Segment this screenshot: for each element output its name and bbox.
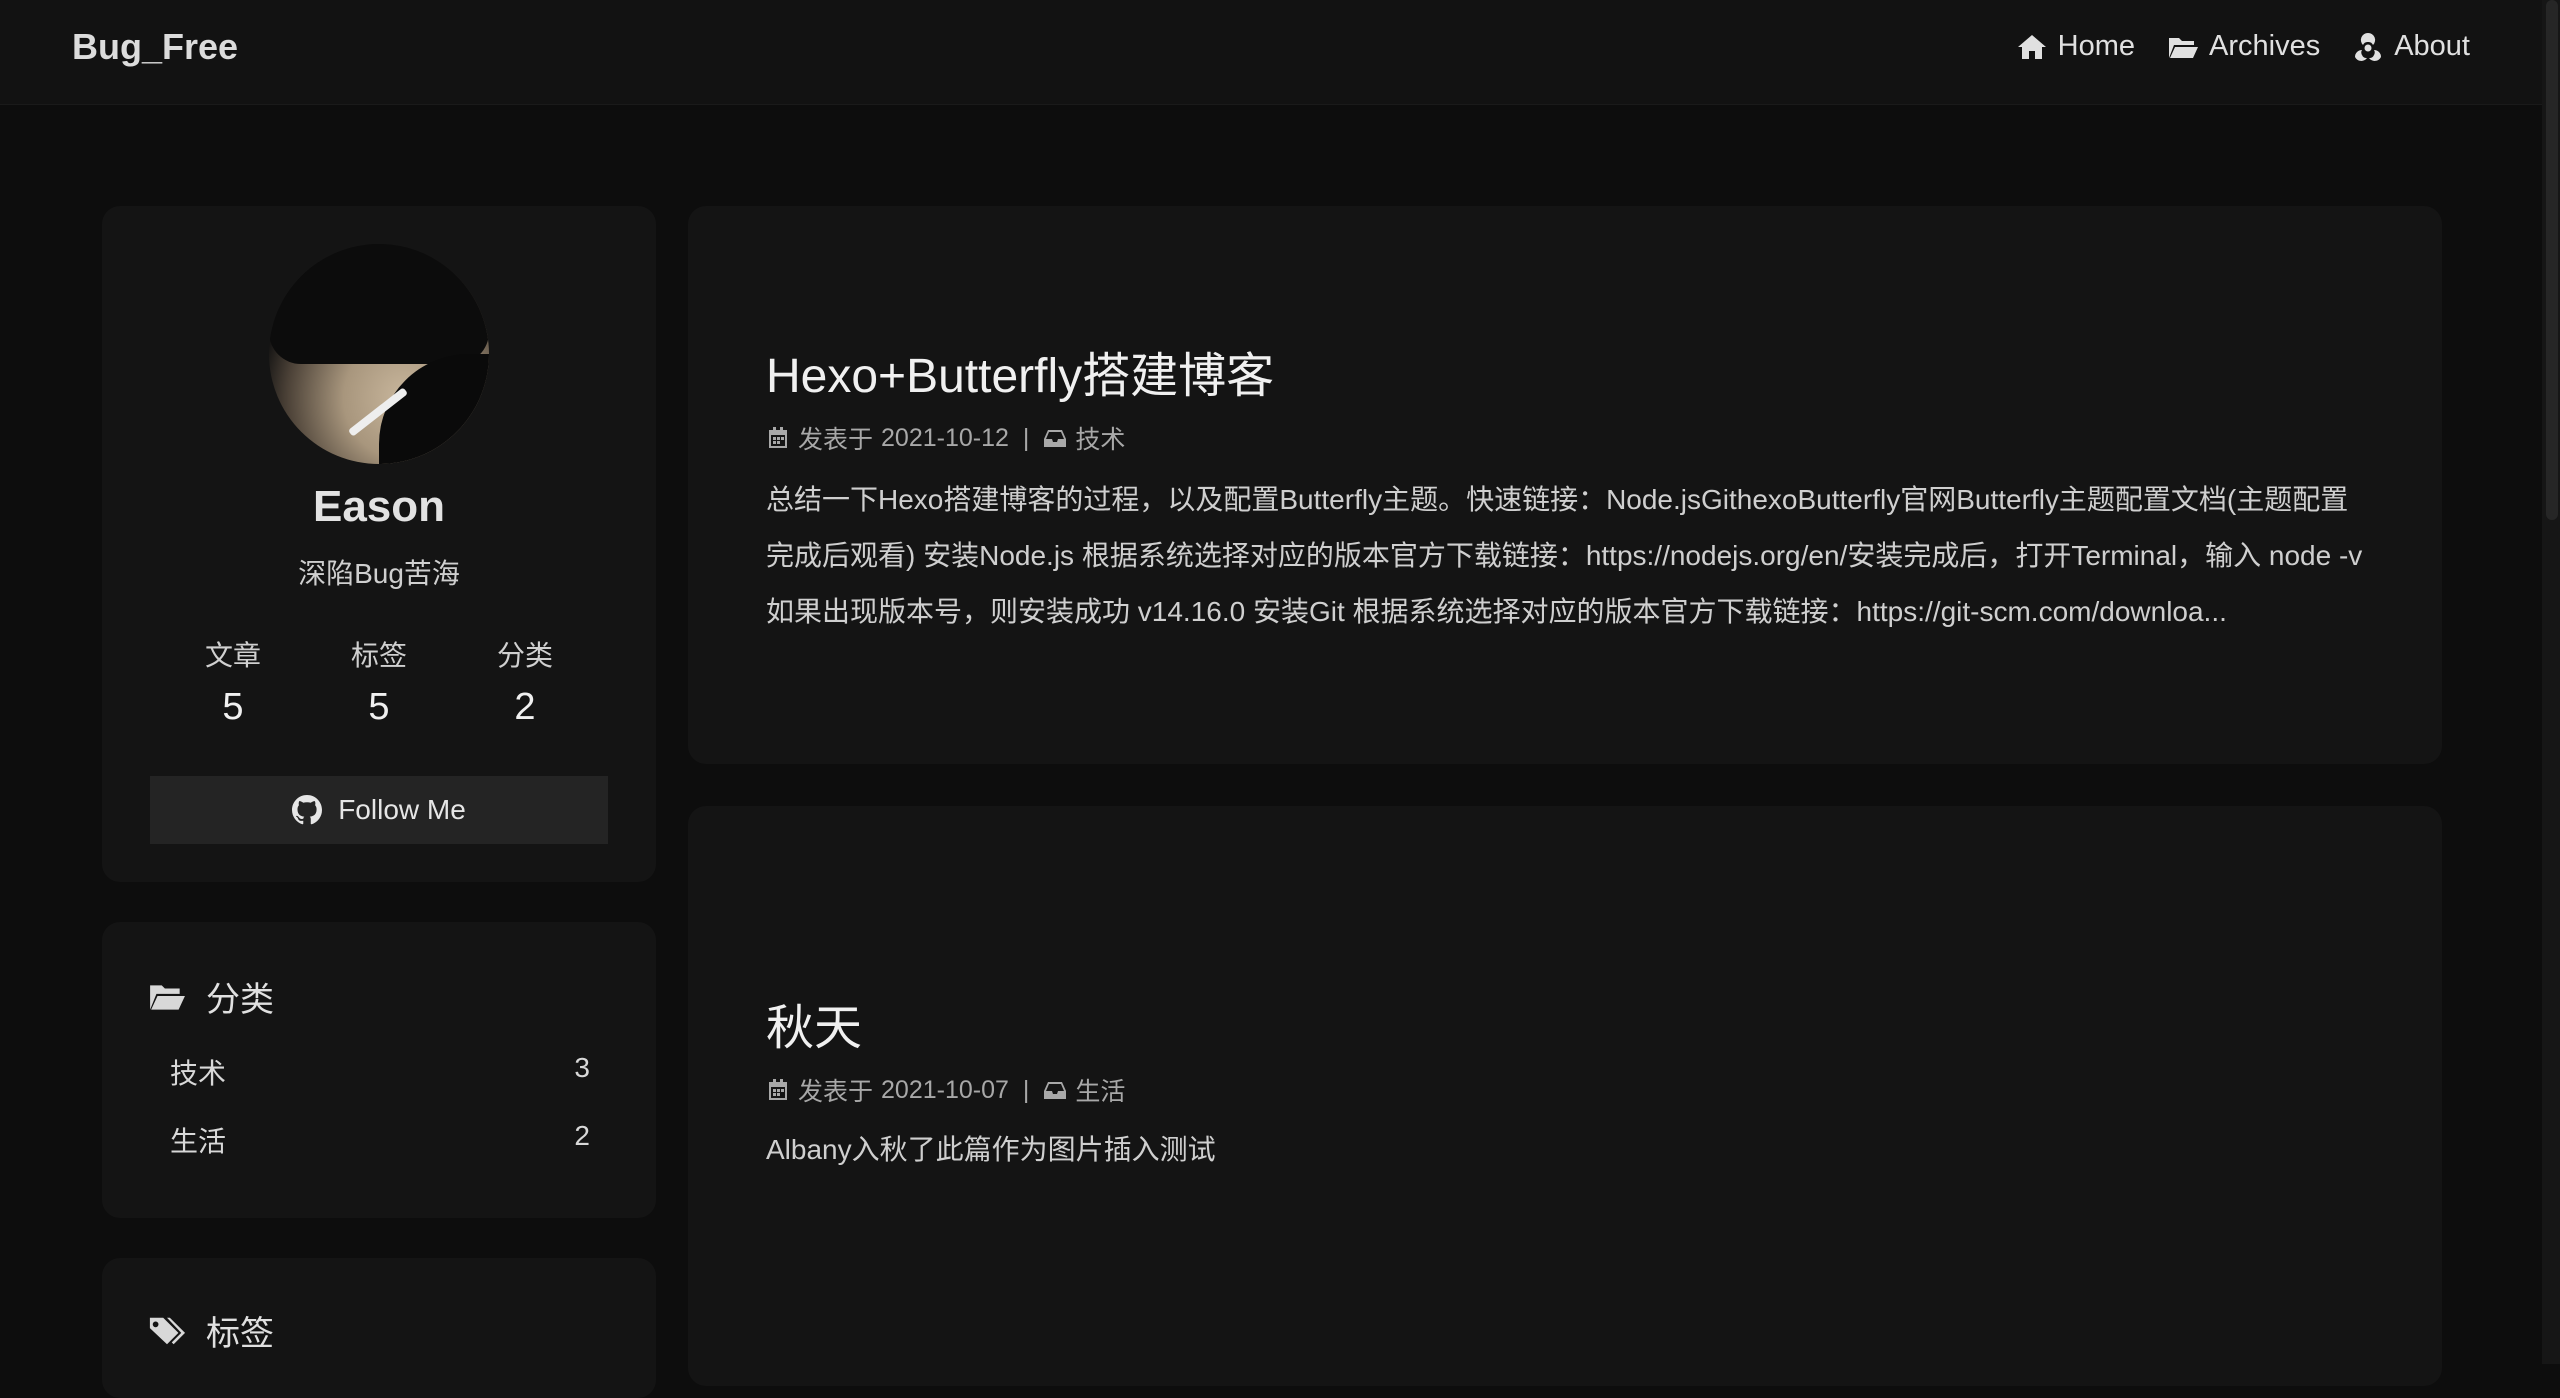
post-excerpt: 总结一下Hexo搭建博客的过程，以及配置Butterfly主题。快速链接：Nod… — [766, 484, 2363, 627]
post-category[interactable]: 技术 — [1075, 420, 1125, 456]
folder-open-icon — [2169, 37, 2198, 58]
post-card: 秋天 发表于 2021-10-07 | 生活 Albany入秋了此篇作为图片插入… — [688, 806, 2442, 1386]
tags-widget: 标签 — [102, 1258, 656, 1398]
category-count: 3 — [574, 1052, 590, 1083]
nav-menu: Home Archives About — [2016, 30, 2470, 63]
post-date: 2021-10-07 — [881, 1075, 1009, 1104]
post-meta: 发表于 2021-10-12 | 技术 — [766, 420, 1125, 456]
scrollbar-track[interactable] — [2542, 0, 2560, 1364]
folder-open-icon — [150, 984, 185, 1010]
category-count: 2 — [574, 1120, 590, 1151]
stat-label: 标签 — [350, 640, 407, 671]
nav-item-label: Archives — [2209, 30, 2321, 62]
post-category[interactable]: 生活 — [1075, 1072, 1125, 1108]
calendar-icon — [769, 1079, 787, 1100]
follow-me-button[interactable]: Follow Me — [150, 776, 608, 844]
navbar: Bug_Free Home Archives About — [0, 0, 2542, 105]
nav-item-about[interactable]: About — [2352, 30, 2470, 63]
category-name: 技术 — [170, 1058, 227, 1089]
nav-item-archives[interactable]: Archives — [2167, 30, 2320, 63]
widget-title-label: 标签 — [206, 1315, 274, 1353]
author-description: 深陷Bug苦海 — [298, 558, 460, 589]
categories-widget: 分类 技术 3 生活 2 — [102, 922, 656, 1218]
nav-item-label: About — [2394, 30, 2470, 62]
stat-value: 2 — [514, 686, 536, 728]
avatar — [269, 244, 489, 464]
post-title[interactable]: 秋天 — [766, 988, 862, 1058]
nav-item-home[interactable]: Home — [2016, 30, 2135, 63]
site-name[interactable]: Bug_Free — [72, 26, 238, 68]
biohazard-icon — [2355, 32, 2382, 61]
home-icon — [2017, 34, 2046, 59]
post-date-prefix: 发表于 — [798, 426, 874, 454]
github-icon — [292, 795, 323, 825]
post-date-prefix: 发表于 — [798, 1078, 874, 1106]
widget-title: 标签 — [148, 1306, 274, 1355]
calendar-icon — [769, 427, 787, 448]
stat-value: 5 — [222, 686, 244, 728]
tags-icon — [149, 1317, 186, 1344]
category-item-tech[interactable]: 技术 3 — [170, 1052, 590, 1120]
post-excerpt: Albany入秋了此篇作为图片插入测试 — [766, 1134, 1216, 1165]
stat-value: 5 — [368, 686, 390, 728]
nav-item-label: Home — [2057, 30, 2135, 62]
post-date: 2021-10-12 — [881, 423, 1009, 452]
meta-separator: | — [1022, 1075, 1030, 1104]
category-list: 技术 3 生活 2 — [170, 1052, 590, 1188]
post-card: Hexo+Butterfly搭建博客 发表于 2021-10-12 | 技术 总… — [688, 206, 2442, 764]
author-name: Eason — [312, 482, 446, 531]
stat-tags[interactable]: 标签 5 — [324, 634, 434, 729]
stat-categories[interactable]: 分类 2 — [470, 634, 580, 729]
category-item-life[interactable]: 生活 2 — [170, 1120, 590, 1188]
scrollbar-thumb[interactable] — [2546, 0, 2558, 520]
inbox-icon — [1044, 1082, 1067, 1099]
profile-card: Eason 深陷Bug苦海 文章 5 标签 5 分类 2 Follow Me — [102, 206, 656, 882]
post-title[interactable]: Hexo+Butterfly搭建博客 — [766, 336, 1274, 406]
category-name: 生活 — [170, 1126, 227, 1157]
widget-title: 分类 — [148, 972, 274, 1021]
stat-label: 文章 — [204, 640, 261, 671]
meta-separator: | — [1022, 423, 1030, 452]
stat-label: 分类 — [496, 640, 553, 671]
stat-articles[interactable]: 文章 5 — [178, 634, 288, 729]
profile-stats: 文章 5 标签 5 分类 2 — [178, 634, 580, 729]
post-meta: 发表于 2021-10-07 | 生活 — [766, 1072, 1125, 1108]
follow-me-label: Follow Me — [338, 794, 466, 825]
inbox-icon — [1044, 430, 1067, 447]
widget-title-label: 分类 — [206, 981, 274, 1019]
